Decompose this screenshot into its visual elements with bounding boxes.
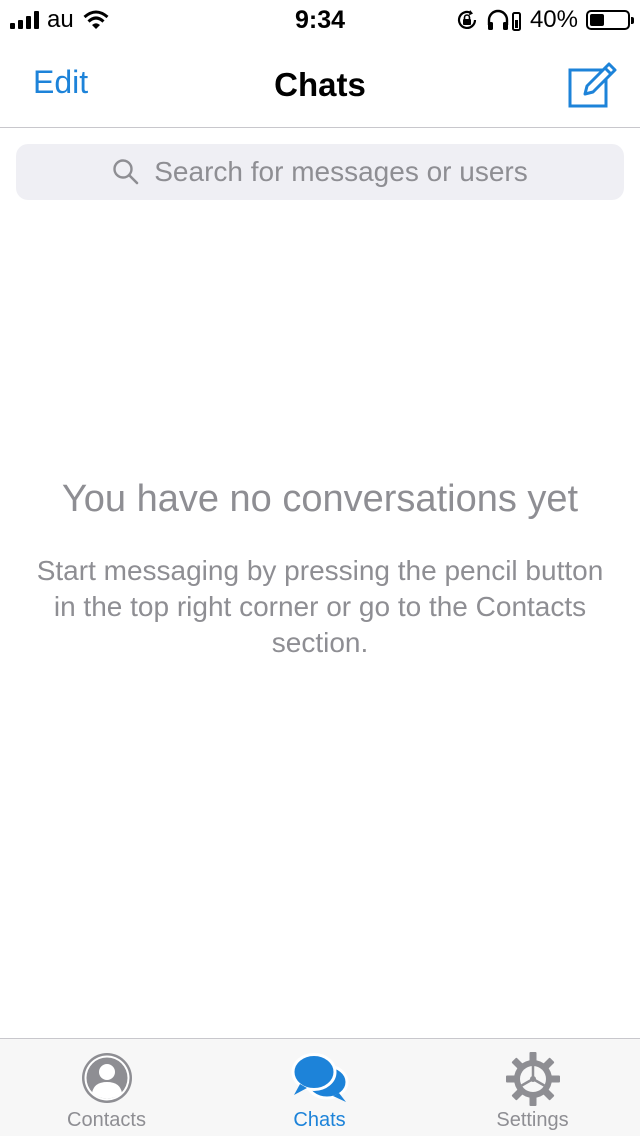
battery-percent: 40%	[529, 6, 578, 33]
headphones-icon	[487, 9, 521, 31]
gear-icon	[505, 1052, 560, 1106]
tab-settings[interactable]: Settings	[426, 1039, 639, 1137]
rotation-lock-icon	[457, 10, 477, 29]
tab-label: Chats	[293, 1109, 346, 1131]
chat-bubbles-icon	[291, 1053, 348, 1102]
page-title: Chats	[274, 66, 366, 103]
person-icon	[81, 1053, 132, 1103]
search-placeholder: Search for messages or users	[154, 156, 528, 187]
battery-icon	[586, 10, 634, 30]
status-bar: au 9:34 40%	[0, 0, 640, 40]
compose-pencil-icon	[568, 62, 617, 108]
empty-state-title: You have no conversations yet	[61, 478, 579, 520]
tab-bar: Contacts Chats Settings	[0, 1038, 640, 1136]
tab-label: Contacts	[67, 1109, 146, 1131]
compose-button[interactable]	[566, 60, 618, 110]
carrier-label: au	[47, 6, 74, 33]
tab-chats[interactable]: Chats	[213, 1039, 426, 1137]
empty-state-message: Start messaging by pressing the pencil b…	[36, 555, 604, 658]
status-left: au	[10, 6, 110, 34]
tab-contacts[interactable]: Contacts	[0, 1039, 213, 1137]
signal-icon	[10, 11, 39, 29]
search-bar[interactable]: Search for messages or users	[16, 144, 624, 200]
tab-label: Settings	[496, 1109, 569, 1131]
battery-level-fill	[590, 14, 605, 26]
wifi-icon	[83, 10, 109, 29]
search-icon	[113, 159, 139, 185]
navigation-bar: Edit Chats	[0, 40, 640, 128]
status-right: 40%	[456, 6, 634, 34]
